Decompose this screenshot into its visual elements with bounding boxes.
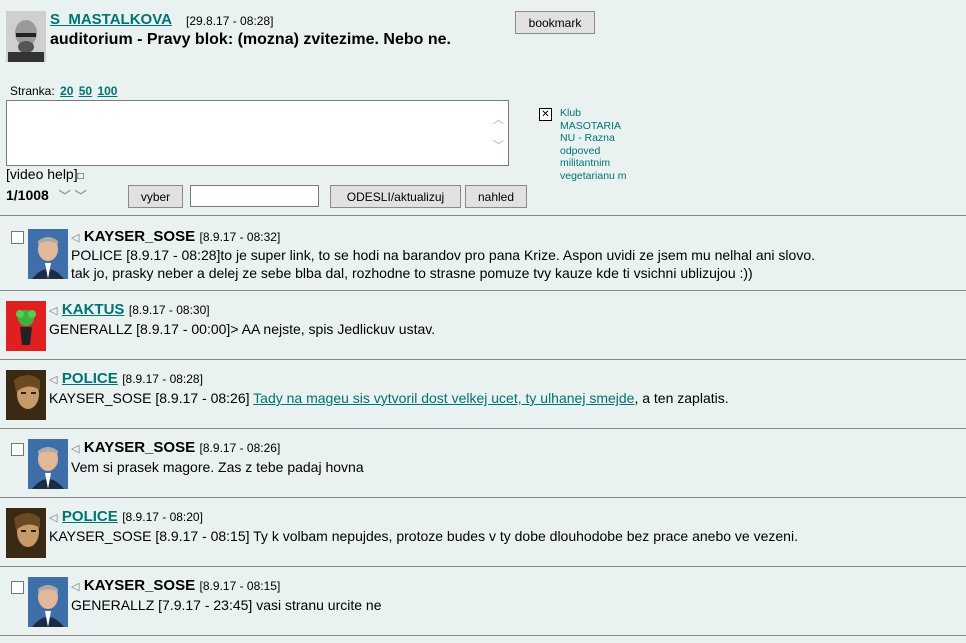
post-body: KAYSER_SOSE [8.9.17 - 08:26] Tady na mag… (49, 389, 729, 407)
post-header: ◁ KAYSER_SOSE [8.9.17 - 08:15] (71, 577, 280, 595)
post-select-checkbox[interactable] (11, 443, 24, 456)
avatar (28, 577, 68, 627)
speaker-icon[interactable]: ◁ (49, 512, 57, 524)
post-body: Vem si prasek magore. Zas z tebe padaj h… (71, 458, 364, 476)
avatar (28, 229, 68, 279)
post-date: [8.9.17 - 08:15] (199, 579, 281, 593)
post-select-checkbox[interactable] (11, 231, 24, 244)
speaker-icon[interactable]: ◁ (71, 581, 79, 593)
post-body-line: KAYSER_SOSE [8.9.17 - 08:15] Ty k volbam… (49, 528, 798, 544)
post-date: [8.9.17 - 08:20] (122, 510, 203, 524)
post-body-line: GENERALLZ [8.9.17 - 00:00]> AA nejste, s… (49, 321, 436, 337)
speaker-icon[interactable]: ◁ (71, 232, 79, 244)
message-textarea[interactable] (6, 100, 509, 166)
speaker-icon[interactable]: ◁ (49, 374, 57, 386)
avatar (6, 508, 46, 558)
page-size-50[interactable]: 50 (79, 84, 92, 98)
post-date: [8.9.17 - 08:26] (199, 441, 281, 455)
post-username[interactable]: POLICE (62, 370, 118, 387)
post-header: ◁ KAYSER_SOSE [8.9.17 - 08:26] (71, 439, 280, 457)
post-body: GENERALLZ [8.9.17 - 00:00]> AA nejste, s… (49, 320, 435, 338)
bookmark-button[interactable]: bookmark (515, 11, 595, 34)
page-size-label: Stranka: (10, 84, 55, 98)
vyber-button[interactable]: vyber (128, 185, 183, 208)
page-title: auditorium - Pravy blok: (mozna) zvitezi… (50, 31, 451, 48)
divider (0, 635, 966, 636)
post-header: ◁ POLICE [8.9.17 - 08:28] (49, 370, 203, 388)
post-counter: 1/1008 ﹀ ﹀ (6, 187, 87, 204)
post-username[interactable]: POLICE (62, 508, 118, 525)
post-date: [8.9.17 - 08:32] (199, 230, 281, 244)
page-size-100[interactable]: 100 (97, 84, 117, 98)
post-counter-value: 1/1008 (6, 187, 49, 203)
close-icon[interactable]: ✕ (539, 108, 552, 121)
video-help[interactable]: [video help]□ (6, 166, 84, 182)
search-input[interactable] (190, 185, 319, 207)
avatar (6, 370, 46, 420)
page-size-selector: Stranka: 20 50 100 (10, 84, 117, 98)
scroll-down-icon[interactable]: ﹀ (493, 137, 504, 153)
send-refresh-button[interactable]: ODESLI/aktualizuj (330, 185, 461, 208)
page-size-20[interactable]: 20 (60, 84, 73, 98)
post-body-line: GENERALLZ [7.9.17 - 23:45] vasi stranu u… (71, 597, 382, 613)
preview-button[interactable]: nahled (465, 185, 527, 208)
scroll-up-icon[interactable]: ︿ (493, 111, 504, 127)
chevron-down-icon[interactable]: ﹀ (59, 189, 71, 203)
divider (0, 497, 966, 498)
post-header: ◁ KAKTUS [8.9.17 - 08:30] (49, 301, 210, 319)
post-username[interactable]: KAYSER_SOSE (84, 228, 195, 245)
divider (0, 359, 966, 360)
post-header: ◁ POLICE [8.9.17 - 08:20] (49, 508, 203, 526)
post-username[interactable]: KAYSER_SOSE (84, 577, 195, 594)
post-body-line: POLICE [8.9.17 - 08:28]to je super link,… (71, 247, 815, 263)
divider (0, 215, 966, 216)
header-username-link[interactable]: S_MASTALKOVA (50, 11, 172, 28)
header-date: [29.8.17 - 08:28] (186, 14, 274, 28)
post-body-link[interactable]: Tady na mageu sis vytvoril dost velkej u… (253, 390, 634, 406)
chevron-down-double-icon[interactable]: ﹀ (75, 189, 87, 203)
post-body: POLICE [8.9.17 - 08:28]to je super link,… (71, 246, 815, 282)
post-header: ◁ KAYSER_SOSE [8.9.17 - 08:32] (71, 228, 280, 246)
post-select-checkbox[interactable] (11, 581, 24, 594)
post-date: [8.9.17 - 08:28] (122, 372, 203, 386)
avatar (6, 301, 46, 351)
speaker-icon[interactable]: ◁ (71, 443, 79, 455)
post-body-suffix: , a ten zaplatis. (634, 390, 729, 406)
post-username[interactable]: KAYSER_SOSE (84, 439, 195, 456)
post-body-prefix: KAYSER_SOSE [8.9.17 - 08:26] (49, 390, 254, 406)
header-avatar (6, 11, 46, 62)
divider (0, 566, 966, 567)
speaker-icon[interactable]: ◁ (49, 305, 57, 317)
post-body-line: Vem si prasek magore. Zas z tebe padaj h… (71, 459, 364, 475)
divider (0, 290, 966, 291)
post-body: GENERALLZ [7.9.17 - 23:45] vasi stranu u… (71, 596, 382, 614)
post-username[interactable]: KAKTUS (62, 301, 125, 318)
club-link[interactable]: Klub MASOTARIA NU - Razna odpoved milita… (560, 107, 630, 182)
video-help-marker-icon: □ (77, 171, 84, 182)
post-body: KAYSER_SOSE [8.9.17 - 08:15] Ty k volbam… (49, 527, 798, 545)
video-help-label[interactable]: [video help] (6, 166, 78, 182)
post-date: [8.9.17 - 08:30] (128, 303, 210, 317)
avatar (28, 439, 68, 489)
divider (0, 428, 966, 429)
post-body-line: tak jo, prasky neber a delej ze sebe blb… (71, 265, 753, 281)
